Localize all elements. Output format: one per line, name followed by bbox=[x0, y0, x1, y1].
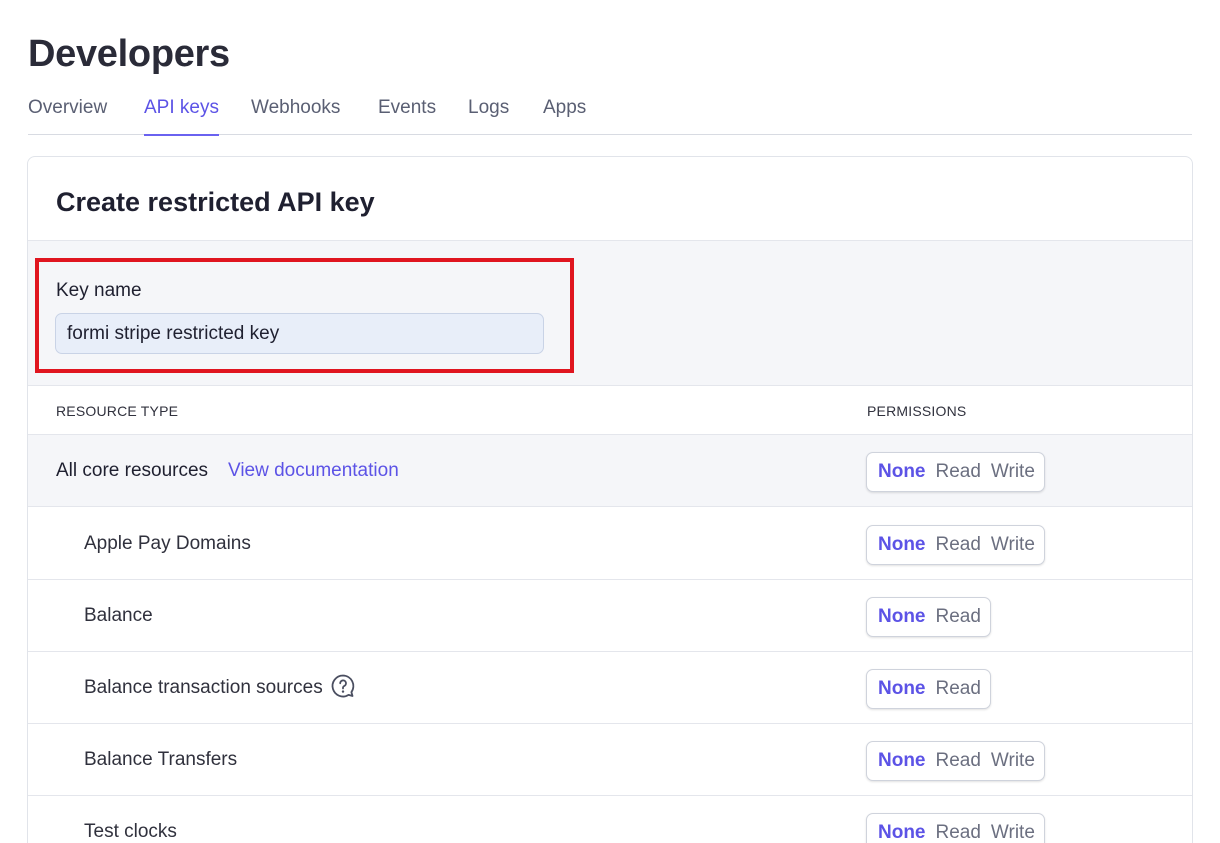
tab-events[interactable]: Events bbox=[378, 97, 436, 135]
view-documentation-link[interactable]: View documentation bbox=[228, 460, 399, 482]
create-restricted-key-card: Create restricted API key Key name RESOU… bbox=[27, 156, 1193, 843]
card-header: Create restricted API key bbox=[28, 157, 1192, 241]
permission-toggle: None Read Write bbox=[866, 741, 1045, 781]
core-resources-row: All core resources View documentation No… bbox=[28, 435, 1192, 507]
permission-read-option[interactable]: Read bbox=[931, 526, 986, 564]
resource-row: Balance None Read bbox=[28, 580, 1192, 652]
card-title: Create restricted API key bbox=[56, 187, 375, 217]
permission-write-option[interactable]: Write bbox=[986, 453, 1040, 491]
key-name-input[interactable] bbox=[55, 313, 544, 354]
permission-none-option[interactable]: None bbox=[873, 453, 931, 491]
permission-none-option[interactable]: None bbox=[873, 670, 931, 708]
resource-type-header: RESOURCE TYPE bbox=[56, 403, 179, 419]
permission-read-option[interactable]: Read bbox=[931, 670, 986, 708]
permission-none-option[interactable]: None bbox=[873, 814, 931, 843]
permission-toggle: None Read bbox=[866, 669, 991, 709]
developer-tabs: Overview API keys Webhooks Events Logs A… bbox=[28, 97, 1192, 136]
tab-webhooks[interactable]: Webhooks bbox=[251, 97, 340, 135]
resource-label: Balance transaction sources bbox=[84, 677, 323, 698]
permission-read-option[interactable]: Read bbox=[931, 598, 986, 636]
permission-none-option[interactable]: None bbox=[873, 526, 931, 564]
core-resources-label: All core resources bbox=[56, 460, 209, 481]
permission-toggle: None Read Write bbox=[866, 813, 1045, 843]
page-title: Developers bbox=[28, 33, 230, 75]
resource-row: Test clocks None Read Write bbox=[28, 796, 1192, 843]
resource-row: Balance Transfers None Read Write bbox=[28, 724, 1192, 796]
permission-none-option[interactable]: None bbox=[873, 742, 931, 780]
key-name-section: Key name bbox=[28, 241, 1192, 386]
permission-write-option[interactable]: Write bbox=[986, 742, 1040, 780]
permission-write-option[interactable]: Write bbox=[986, 814, 1040, 843]
permission-toggle: None Read Write bbox=[866, 452, 1045, 492]
tab-logs[interactable]: Logs bbox=[468, 97, 509, 135]
permission-toggle: None Read Write bbox=[866, 525, 1045, 565]
developers-page: Developers Overview API keys Webhooks Ev… bbox=[0, 0, 1220, 843]
permission-write-option[interactable]: Write bbox=[986, 526, 1040, 564]
permission-toggle: None Read bbox=[866, 597, 991, 637]
resource-row: Balance transaction sources None Read bbox=[28, 652, 1192, 724]
resource-label: Balance Transfers bbox=[84, 749, 238, 770]
resource-label: Test clocks bbox=[84, 821, 177, 842]
permission-read-option[interactable]: Read bbox=[931, 814, 986, 843]
permissions-header: PERMISSIONS bbox=[867, 403, 967, 419]
permission-read-option[interactable]: Read bbox=[931, 453, 986, 491]
tab-overview[interactable]: Overview bbox=[28, 97, 107, 135]
table-header: RESOURCE TYPE PERMISSIONS bbox=[28, 386, 1192, 435]
question-bubble-icon[interactable] bbox=[330, 673, 356, 699]
permission-none-option[interactable]: None bbox=[873, 598, 931, 636]
resource-label: Apple Pay Domains bbox=[84, 533, 251, 554]
key-name-label: Key name bbox=[56, 280, 142, 301]
permission-read-option[interactable]: Read bbox=[931, 742, 986, 780]
resource-row: Apple Pay Domains None Read Write bbox=[28, 508, 1192, 580]
tab-api-keys[interactable]: API keys bbox=[144, 97, 219, 136]
tab-apps[interactable]: Apps bbox=[543, 97, 586, 135]
resource-label: Balance bbox=[84, 605, 153, 626]
